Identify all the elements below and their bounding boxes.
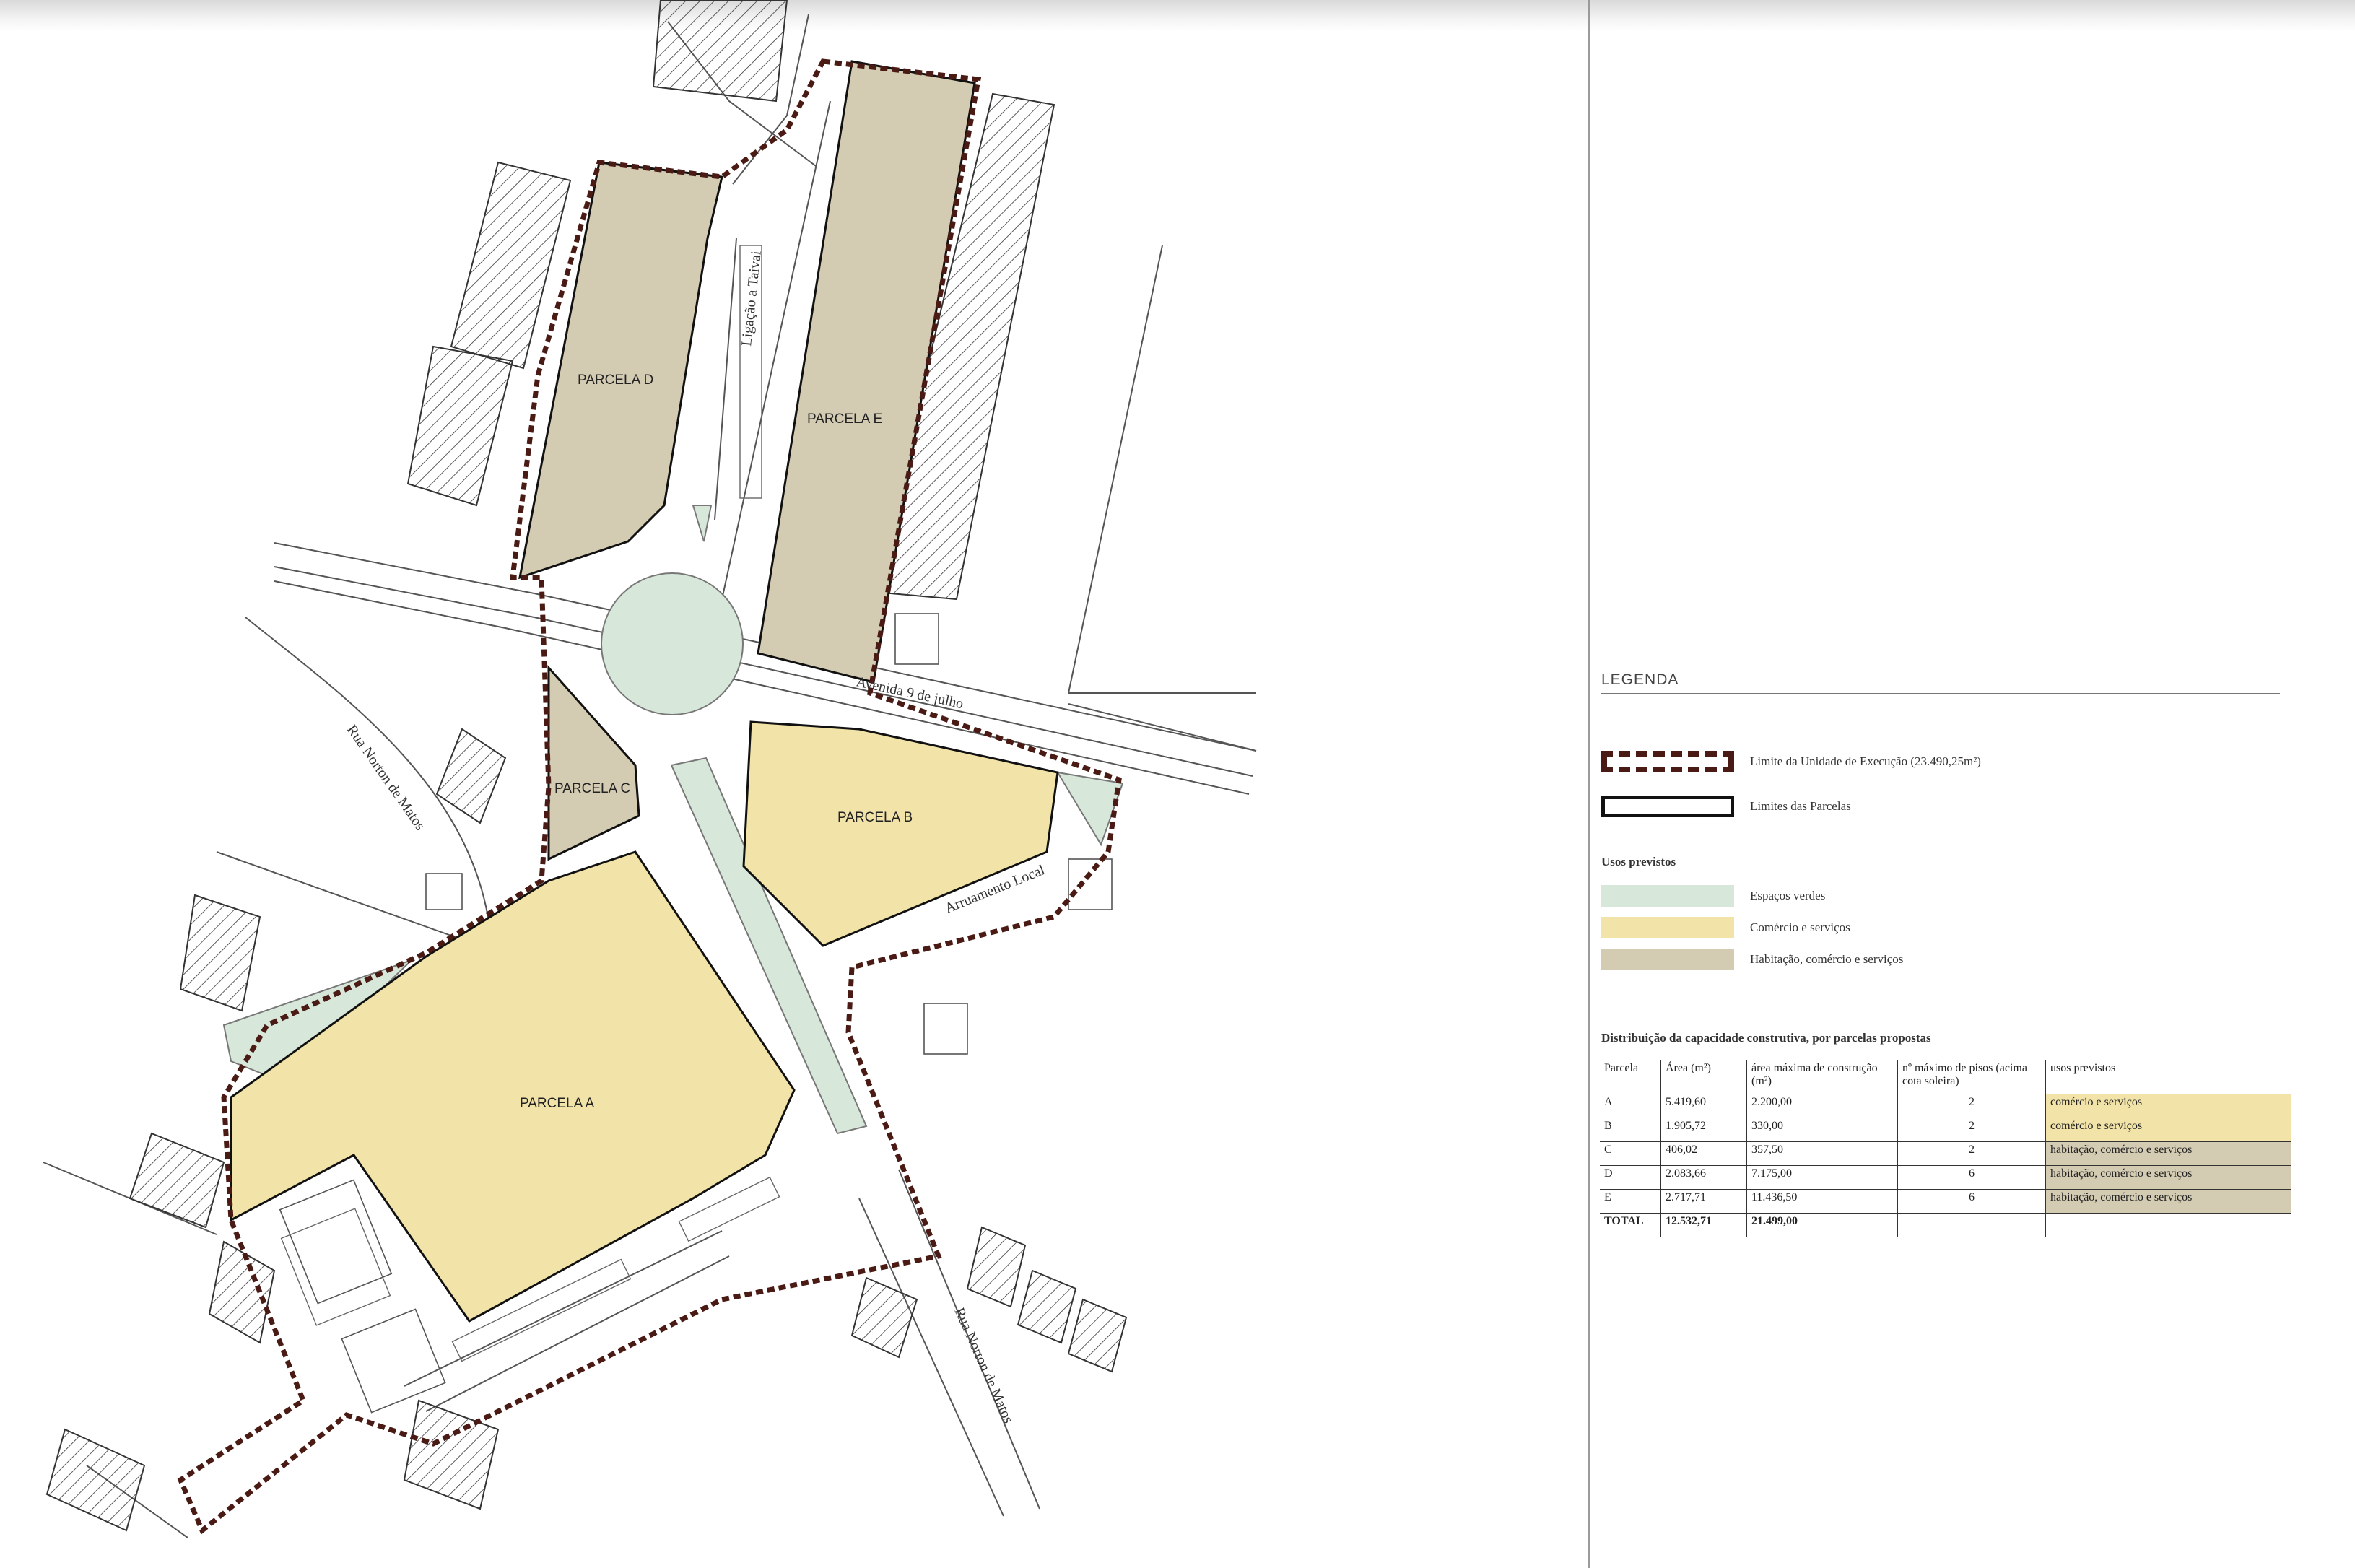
street-label-ligacao-taivai: Ligação a Taivai — [739, 250, 765, 347]
header-usos: usos previstos — [2045, 1060, 2291, 1094]
legend-item-habitacao: Habitação, comércio e serviços — [1601, 949, 1903, 970]
total-pisos — [1897, 1213, 2046, 1237]
site-plan-map: PARCELA A PARCELA B PARCELA C PARCELA D … — [43, 0, 1257, 1538]
cell-area-construcao: 330,00 — [1746, 1118, 1898, 1142]
usos-title: Usos previstos — [1601, 855, 1676, 868]
parcel-label-d: PARCELA D — [578, 373, 653, 388]
legend-habitacao-label: Habitação, comércio e serviços — [1750, 952, 1904, 966]
cell-parcela: D — [1600, 1165, 1661, 1190]
espacos-verdes-swatch — [1601, 885, 1734, 907]
table-header-row: Parcela Área (m²) área máxima de constru… — [1600, 1060, 2291, 1094]
legend: LEGENDA — [1600, 671, 2322, 694]
legend-item-parcel-limits: Limites das Parcelas — [1601, 796, 1851, 817]
cell-parcela: B — [1600, 1118, 1661, 1142]
cell-area-construcao: 2.200,00 — [1746, 1094, 1898, 1118]
cell-pisos: 2 — [1897, 1118, 2046, 1142]
parcel-b — [742, 720, 1059, 947]
cell-area: 1.905,72 — [1660, 1118, 1747, 1142]
header-parcela: Parcela — [1600, 1060, 1661, 1094]
distribution-table: Parcela Área (m²) área máxima de constru… — [1600, 1060, 2291, 1237]
table-row: C 406,02 357,50 2 habitação, comércio e serv… — [1600, 1141, 2291, 1166]
street-label-rua-norton-matos-2: Rua Norton de Matos — [951, 1305, 1016, 1426]
header-pisos: nº máximo de pisos (acima cota soleira) — [1897, 1060, 2046, 1094]
cell-area: 2.717,71 — [1660, 1189, 1747, 1214]
cell-pisos: 2 — [1897, 1094, 2046, 1118]
total-area: 12.532,71 — [1660, 1213, 1747, 1237]
parcel-label-a: PARCELA A — [520, 1096, 594, 1111]
legend-parcel-limits-label: Limites das Parcelas — [1750, 799, 1851, 813]
cell-usos: comércio e serviços — [2045, 1094, 2291, 1118]
legend-title: LEGENDA — [1601, 671, 2280, 694]
cell-parcela: C — [1600, 1141, 1661, 1166]
cell-pisos: 2 — [1897, 1141, 2046, 1166]
cell-area: 2.083,66 — [1660, 1165, 1747, 1190]
parcel-limit-swatch — [1601, 796, 1734, 817]
parcel-a — [230, 850, 796, 1323]
table-total-row: TOTAL 12.532,71 21.499,00 — [1600, 1213, 2291, 1237]
parcel-label-e: PARCELA E — [807, 411, 882, 427]
cell-area-construcao: 357,50 — [1746, 1141, 1898, 1166]
legend-ue-limit-label: Limite da Unidade de Execução (23.490,25… — [1750, 754, 1981, 768]
habitacao-swatch — [1601, 949, 1734, 970]
ue-limit-swatch — [1601, 751, 1734, 772]
cell-area-construcao: 11.436,50 — [1746, 1189, 1898, 1214]
parcel-label-b: PARCELA B — [837, 810, 913, 825]
header-area: Área (m²) — [1660, 1060, 1747, 1094]
header-area-construcao: área máxima de construção (m²) — [1746, 1060, 1898, 1094]
table-row: D 2.083,66 7.175,00 6 habitação, comércio e … — [1600, 1165, 2291, 1190]
cell-parcela: E — [1600, 1189, 1661, 1214]
legend-item-ue-limit: Limite da Unidade de Execução (23.490,25… — [1601, 751, 1981, 772]
cell-usos: habitação, comércio e serviços — [2045, 1165, 2291, 1190]
legend-comercio-servicos-label: Comércio e serviços — [1750, 920, 1850, 934]
cell-pisos: 6 — [1897, 1165, 2046, 1190]
table-row: B 1.905,72 330,00 2 comércio e serviços — [1600, 1118, 2291, 1142]
total-area-construcao: 21.499,00 — [1746, 1213, 1898, 1237]
cell-usos: habitação, comércio e serviços — [2045, 1141, 2291, 1166]
cell-parcela: A — [1600, 1094, 1661, 1118]
total-usos — [2045, 1213, 2291, 1237]
legend-item-espacos-verdes: Espaços verdes — [1601, 885, 1825, 907]
total-label: TOTAL — [1600, 1213, 1661, 1237]
legend-espacos-verdes-label: Espaços verdes — [1750, 889, 1826, 902]
table-row: E 2.717,71 11.436,50 6 habitação, comércio e… — [1600, 1189, 2291, 1214]
cell-usos: comércio e serviços — [2045, 1118, 2291, 1142]
street-label-rua-norton-matos-1: Rua Norton de Matos — [344, 722, 428, 833]
cell-pisos: 6 — [1897, 1189, 2046, 1214]
table-row: A 5.419,60 2.200,00 2 comércio e serviços — [1600, 1094, 2291, 1118]
parcel-label-c: PARCELA C — [554, 781, 630, 796]
distribution-title: Distribuição da capacidade construtiva, … — [1601, 1031, 1931, 1045]
cell-area: 5.419,60 — [1660, 1094, 1747, 1118]
legend-item-comercio-servicos: Comércio e serviços — [1601, 917, 1850, 938]
cell-area-construcao: 7.175,00 — [1746, 1165, 1898, 1190]
comercio-servicos-swatch — [1601, 917, 1734, 938]
cell-usos: habitação, comércio e serviços — [2045, 1189, 2291, 1214]
cell-area: 406,02 — [1660, 1141, 1747, 1166]
sheet-divider — [1588, 0, 1590, 1568]
